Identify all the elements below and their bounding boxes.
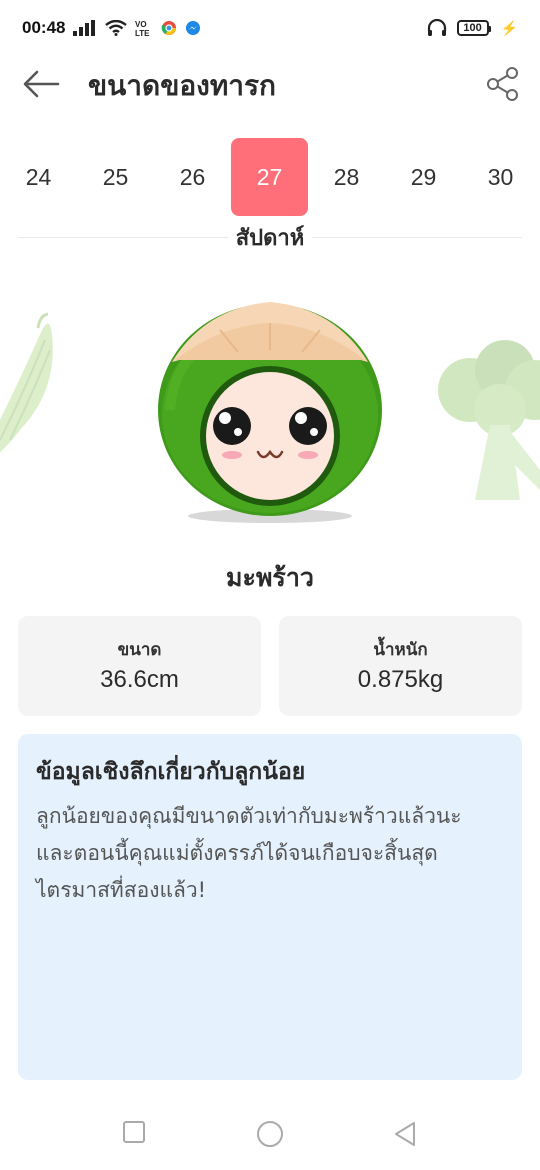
messenger-icon bbox=[186, 21, 201, 35]
share-icon[interactable] bbox=[486, 66, 520, 102]
battery-icon: 100 bbox=[456, 20, 491, 36]
previous-fruit-image bbox=[0, 312, 53, 453]
week-24[interactable]: 24 bbox=[0, 138, 77, 216]
week-30[interactable]: 30 bbox=[462, 138, 539, 216]
weight-card: น้ำหนัก 0.875kg bbox=[279, 616, 522, 716]
size-card: ขนาด 36.6cm bbox=[18, 616, 261, 716]
back-button-icon[interactable] bbox=[392, 1120, 418, 1148]
week-28[interactable]: 28 bbox=[308, 138, 385, 216]
week-selector: 24 25 26 27 28 29 30 bbox=[0, 138, 540, 216]
charging-icon: ⚡ bbox=[500, 19, 518, 36]
page-title: ขนาดของทารก bbox=[88, 69, 276, 102]
headphones-icon bbox=[427, 19, 446, 36]
week-unit-label: สัปดาห์ bbox=[0, 220, 540, 255]
app-header: ขนาดของทารก bbox=[0, 56, 540, 112]
weight-label: น้ำหนัก bbox=[373, 640, 428, 660]
coconut-character-image bbox=[158, 302, 382, 516]
wifi-icon bbox=[105, 20, 128, 36]
system-nav-bar bbox=[0, 1100, 540, 1170]
insight-title: ข้อมูลเชิงลึกเกี่ยวกับลูกน้อย bbox=[36, 759, 306, 785]
back-arrow-icon[interactable] bbox=[22, 68, 60, 100]
baby-insight-card: ข้อมูลเชิงลึกเกี่ยวกับลูกน้อย ลูกน้อยของ… bbox=[18, 734, 522, 1080]
size-value: 36.6cm bbox=[100, 666, 179, 693]
chrome-icon bbox=[162, 21, 177, 35]
week-27-selected[interactable]: 27 bbox=[231, 138, 308, 216]
volte-icon: VO LTE bbox=[135, 20, 150, 37]
insight-body: ลูกน้อยของคุณมีขนาดตัวเท่ากับมะพร้าวแล้ว… bbox=[36, 804, 462, 902]
recents-button-icon[interactable] bbox=[122, 1120, 146, 1144]
status-bar: 00:48 VO LTE 100 ⚡ bbox=[0, 0, 540, 56]
week-unit-text: สัปดาห์ bbox=[227, 226, 313, 251]
size-label: ขนาด bbox=[117, 640, 162, 660]
week-29[interactable]: 29 bbox=[385, 138, 462, 216]
fruit-carousel[interactable] bbox=[0, 290, 540, 540]
signal-icon bbox=[73, 20, 96, 36]
week-26[interactable]: 26 bbox=[154, 138, 231, 216]
next-fruit-image bbox=[438, 340, 540, 500]
week-25[interactable]: 25 bbox=[77, 138, 154, 216]
fruit-name: มะพร้าว bbox=[226, 563, 314, 592]
status-time: 00:48 bbox=[22, 18, 66, 37]
weight-value: 0.875kg bbox=[357, 666, 444, 693]
svg-text:LTE: LTE bbox=[135, 29, 150, 37]
svg-text:VO: VO bbox=[135, 20, 147, 29]
home-button-icon[interactable] bbox=[256, 1120, 284, 1148]
battery-level: 100 bbox=[463, 22, 482, 34]
